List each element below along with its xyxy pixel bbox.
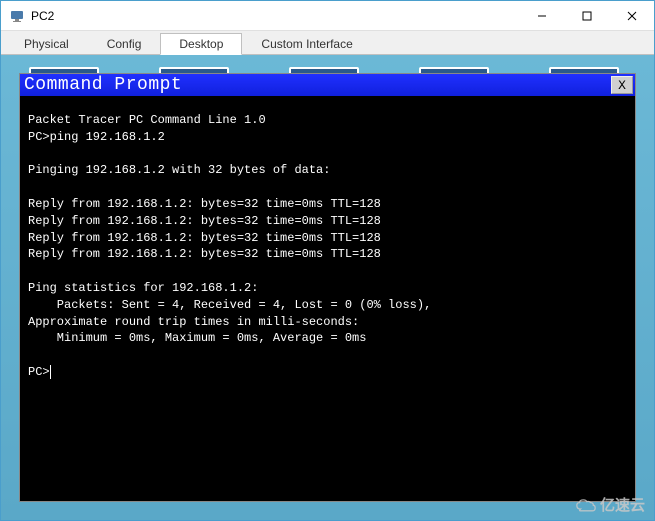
desktop-area: Command Prompt X Packet Tracer PC Comman… <box>1 55 654 520</box>
terminal-line: Packet Tracer PC Command Line 1.0 <box>28 113 266 127</box>
terminal-line: Reply from 192.168.1.2: bytes=32 time=0m… <box>28 197 381 211</box>
tab-physical[interactable]: Physical <box>5 33 88 54</box>
terminal-line: PC>ping 192.168.1.2 <box>28 130 165 144</box>
terminal-line: Approximate round trip times in milli-se… <box>28 315 359 329</box>
watermark-text: 亿速云 <box>600 494 645 515</box>
terminal-line: Ping statistics for 192.168.1.2: <box>28 281 258 295</box>
window-titlebar: PC2 <box>1 1 654 31</box>
terminal-line: Minimum = 0ms, Maximum = 0ms, Average = … <box>28 331 366 345</box>
terminal-line: Pinging 192.168.1.2 with 32 bytes of dat… <box>28 163 330 177</box>
tab-desktop[interactable]: Desktop <box>160 33 242 55</box>
window-controls <box>519 1 654 30</box>
minimize-button[interactable] <box>519 1 564 30</box>
terminal-line: Reply from 192.168.1.2: bytes=32 time=0m… <box>28 231 381 245</box>
watermark: 亿速云 <box>575 494 645 515</box>
app-window: PC2 Physical Config Desktop Custom Inter… <box>0 0 655 521</box>
terminal-cursor <box>50 365 51 379</box>
terminal-close-button[interactable]: X <box>611 76 633 94</box>
terminal-line: Reply from 192.168.1.2: bytes=32 time=0m… <box>28 214 381 228</box>
tab-custom-interface[interactable]: Custom Interface <box>242 33 371 54</box>
terminal-prompt: PC> <box>28 364 50 381</box>
terminal-line: Packets: Sent = 4, Received = 4, Lost = … <box>28 298 431 312</box>
maximize-button[interactable] <box>564 1 609 30</box>
app-icon <box>9 8 25 24</box>
terminal-title: Command Prompt <box>24 75 182 95</box>
command-prompt-window: Command Prompt X Packet Tracer PC Comman… <box>19 73 636 502</box>
terminal-output[interactable]: Packet Tracer PC Command Line 1.0 PC>pin… <box>20 96 635 501</box>
tab-bar: Physical Config Desktop Custom Interface <box>1 31 654 55</box>
cloud-icon <box>575 498 597 512</box>
window-title: PC2 <box>31 9 519 23</box>
tab-config[interactable]: Config <box>88 33 161 54</box>
close-button[interactable] <box>609 1 654 30</box>
terminal-titlebar[interactable]: Command Prompt X <box>20 74 635 96</box>
terminal-line: Reply from 192.168.1.2: bytes=32 time=0m… <box>28 247 381 261</box>
